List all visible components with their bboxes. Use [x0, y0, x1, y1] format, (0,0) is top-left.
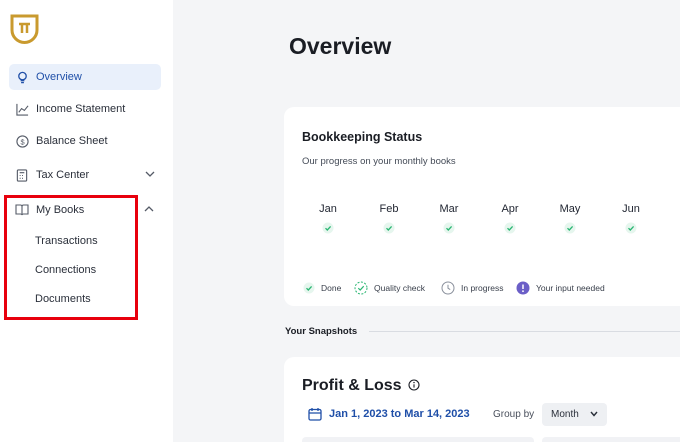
- legend-label: Done: [321, 283, 342, 293]
- dollar-circle-icon: $: [15, 134, 29, 148]
- sidebar-item-label: Balance Sheet: [36, 135, 108, 147]
- legend-input-needed: Your input needed: [516, 281, 605, 295]
- legend-in-progress: In progress: [441, 281, 504, 295]
- legend-done: Done: [303, 281, 341, 295]
- done-check-icon[interactable]: [625, 222, 637, 234]
- info-icon[interactable]: [408, 379, 420, 391]
- group-by-label: Group by: [493, 409, 535, 420]
- chart-panel: [542, 437, 680, 442]
- sidebar-item-overview[interactable]: Overview: [9, 64, 161, 90]
- month-label: Jun: [622, 203, 640, 215]
- snapshots-section-label: Your Snapshots: [285, 326, 358, 337]
- line-chart-icon: [15, 102, 29, 116]
- month-label: Jan: [319, 203, 337, 215]
- card-title: Profit & Loss: [302, 377, 402, 394]
- calculator-icon: [15, 168, 29, 182]
- logo-icon[interactable]: [9, 13, 40, 46]
- card-title: Bookkeeping Status: [302, 130, 423, 144]
- month-label: Feb: [379, 203, 399, 215]
- svg-text:$: $: [20, 137, 24, 146]
- done-check-icon[interactable]: [322, 222, 334, 234]
- done-check-icon[interactable]: [443, 222, 455, 234]
- calendar-icon: [308, 408, 322, 421]
- exclamation-icon: [516, 281, 530, 295]
- sidebar-item-label: Overview: [36, 71, 82, 83]
- legend-quality-check: Quality check: [354, 281, 425, 295]
- chevron-down-icon[interactable]: [144, 168, 156, 180]
- sidebar-item-income-statement[interactable]: Income Statement: [9, 96, 161, 122]
- group-by-select[interactable]: Month: [542, 403, 607, 426]
- month-label: Apr: [501, 203, 519, 215]
- quality-check-icon: [354, 281, 368, 295]
- legend-label: Your input needed: [536, 283, 605, 293]
- highlight-box: [4, 195, 138, 320]
- done-check-icon[interactable]: [383, 222, 395, 234]
- card-subtitle: Our progress on your monthly books: [302, 156, 456, 167]
- month-label: May: [559, 203, 581, 215]
- sidebar: Overview Income Statement $ Balance Shee…: [0, 0, 173, 442]
- group-by-value: Month: [551, 409, 579, 420]
- chevron-up-icon[interactable]: [143, 203, 155, 215]
- lightbulb-icon: [15, 70, 29, 84]
- chart-panel: [302, 437, 534, 442]
- sidebar-item-balance-sheet[interactable]: $ Balance Sheet: [9, 128, 161, 154]
- legend-label: Quality check: [374, 283, 426, 293]
- sidebar-item-tax-center[interactable]: Tax Center: [9, 162, 161, 188]
- clock-icon: [441, 281, 455, 295]
- sidebar-item-label: Income Statement: [36, 103, 126, 115]
- chevron-down-icon: [590, 411, 598, 417]
- legend-label: In progress: [461, 283, 504, 293]
- month-label: Mar: [439, 203, 459, 215]
- page-title: Overview: [289, 33, 392, 59]
- done-check-icon: [303, 282, 315, 294]
- profit-loss-card: Profit & Loss Jan 1, 2023 to Mar 14, 202…: [284, 357, 680, 442]
- date-range-label: Jan 1, 2023 to Mar 14, 2023: [329, 408, 470, 420]
- done-check-icon[interactable]: [504, 222, 516, 234]
- section-divider: [369, 331, 680, 332]
- sidebar-item-label: Tax Center: [36, 169, 90, 181]
- date-range-picker[interactable]: Jan 1, 2023 to Mar 14, 2023: [308, 406, 470, 422]
- bookkeeping-status-card: Bookkeeping Status Our progress on your …: [284, 107, 680, 306]
- done-check-icon[interactable]: [564, 222, 576, 234]
